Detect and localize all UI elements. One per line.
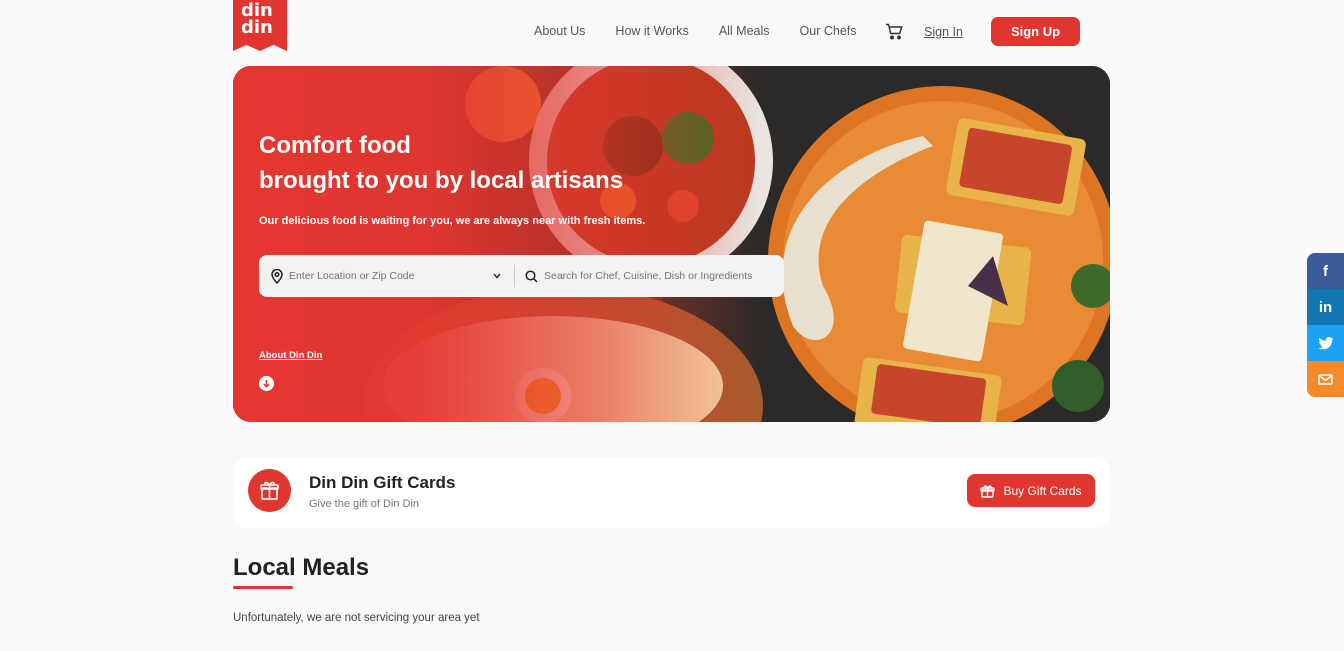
email-share-button[interactable] [1307, 361, 1344, 397]
nav-our-chefs[interactable]: Our Chefs [800, 24, 857, 38]
hero-subtitle: Our delicious food is waiting for you, w… [259, 215, 646, 227]
sign-up-button[interactable]: Sign Up [991, 17, 1080, 46]
twitter-share-button[interactable] [1307, 325, 1344, 361]
facebook-share-button[interactable]: f [1307, 253, 1344, 289]
linkedin-share-button[interactable]: in [1307, 289, 1344, 325]
gift-icon [248, 469, 291, 512]
logo[interactable]: din din [233, 0, 287, 51]
nav-about-us[interactable]: About Us [534, 24, 585, 38]
heading-underline [233, 586, 293, 589]
gift-card-banner: Din Din Gift Cards Give the gift of Din … [233, 458, 1110, 528]
location-pin-icon [271, 268, 283, 284]
search-input[interactable] [544, 270, 779, 282]
hero-title-line-2: brought to you by local artisans [259, 167, 624, 194]
logo-line-2: din [241, 17, 273, 38]
gift-card-subtitle: Give the gift of Din Din [309, 498, 420, 510]
buy-gift-cards-label: Buy Gift Cards [1003, 483, 1082, 498]
cart-icon[interactable] [885, 23, 903, 40]
social-share-bar: f in [1307, 253, 1344, 397]
hero-banner: Comfort food brought to you by local art… [233, 66, 1110, 422]
about-din-din-link[interactable]: About Din Din [259, 350, 322, 361]
service-notice: Unfortunately, we are not servicing your… [233, 612, 480, 624]
linkedin-icon: in [1318, 298, 1333, 316]
location-input[interactable] [289, 270, 489, 282]
mail-icon [1318, 373, 1333, 385]
local-meals-heading: Local Meals [233, 554, 370, 581]
twitter-icon [1317, 336, 1333, 349]
nav-how-it-works[interactable]: How it Works [615, 24, 688, 38]
arrow-down-icon[interactable] [259, 376, 274, 391]
dish-search[interactable] [515, 269, 779, 283]
main-nav: About Us How it Works All Meals Our Chef… [534, 24, 887, 38]
hero-title-line-1: Comfort food [259, 132, 411, 159]
nav-all-meals[interactable]: All Meals [719, 24, 770, 38]
search-icon [525, 269, 538, 283]
buy-gift-cards-button[interactable]: Buy Gift Cards [967, 474, 1095, 507]
sign-in-link[interactable]: Sign In [924, 25, 963, 39]
chevron-down-icon[interactable] [493, 273, 501, 279]
hero-title: Comfort food brought to you by local art… [259, 128, 623, 198]
facebook-icon: f [1323, 262, 1328, 280]
location-selector[interactable] [259, 265, 515, 287]
gift-icon [980, 484, 996, 498]
gift-card-title: Din Din Gift Cards [309, 473, 456, 492]
search-bar [259, 255, 784, 297]
